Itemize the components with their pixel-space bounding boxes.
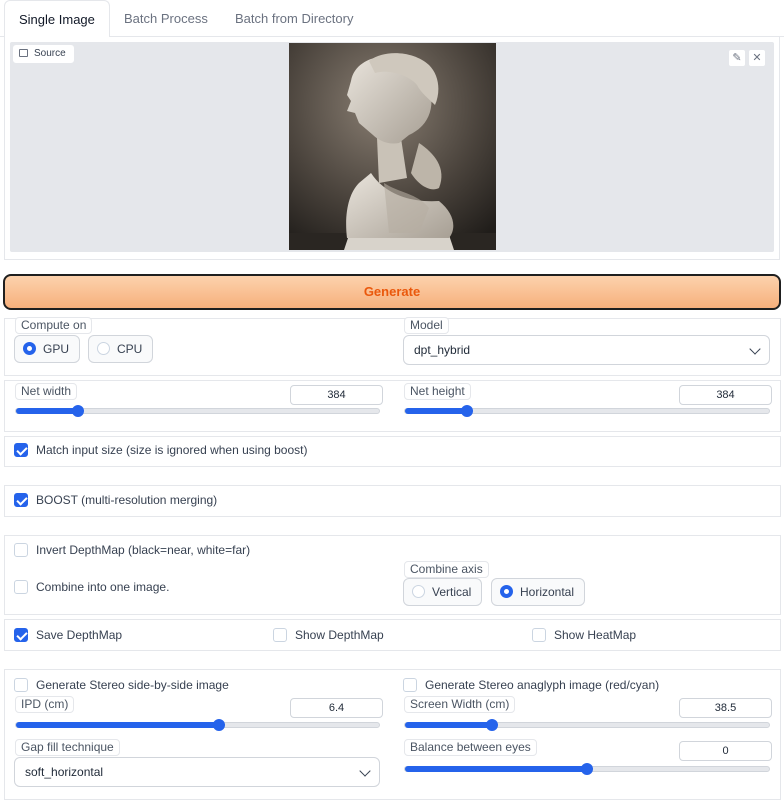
net-height-slider-thumb[interactable]	[460, 405, 473, 417]
balance-input[interactable]: 0	[679, 741, 772, 761]
balance-slider-thumb[interactable]	[581, 763, 593, 775]
compute-on-label: Compute on	[15, 317, 93, 334]
tab-batch-from-directory[interactable]: Batch from Directory	[221, 0, 367, 37]
source-label: Source	[12, 44, 75, 64]
chevron-down-icon	[749, 343, 761, 355]
stereo-sbs-checkbox-box	[14, 678, 28, 692]
ipd-input[interactable]: 6.4	[290, 698, 383, 718]
ipd-slider-fill	[16, 722, 220, 728]
save-depthmap-checkbox[interactable]: Save DepthMap	[14, 628, 122, 642]
screen-width-label: Screen Width (cm)	[404, 696, 516, 713]
generate-button[interactable]: Generate	[3, 274, 781, 310]
net-width-input[interactable]: 384	[290, 385, 383, 405]
model-select[interactable]: dpt_hybrid	[403, 335, 770, 365]
net-width-slider-thumb[interactable]	[71, 405, 84, 417]
ipd-slider[interactable]	[15, 719, 380, 731]
net-height-slider[interactable]	[404, 405, 770, 417]
show-depthmap-checkbox-box	[273, 628, 287, 642]
radio-gpu[interactable]: GPU	[14, 335, 81, 363]
show-depthmap-checkbox[interactable]: Show DepthMap	[273, 628, 384, 642]
radio-horizontal-indicator	[500, 585, 513, 598]
radio-cpu-indicator	[97, 342, 110, 355]
show-heatmap-checkbox-box	[532, 628, 546, 642]
screen-width-input[interactable]: 38.5	[679, 698, 772, 718]
gap-fill-label: Gap fill technique	[15, 739, 120, 756]
invert-depthmap-checkbox[interactable]: Invert DepthMap (black=near, white=far)	[14, 543, 250, 557]
balance-slider[interactable]	[404, 763, 770, 775]
save-depthmap-checkbox-box	[14, 628, 28, 642]
stereo-anaglyph-checkbox[interactable]: Generate Stereo anaglyph image (red/cyan…	[403, 678, 659, 692]
radio-cpu[interactable]: CPU	[88, 335, 154, 363]
net-width-slider[interactable]	[15, 405, 380, 417]
balance-label: Balance between eyes	[404, 739, 537, 756]
chevron-down-icon	[359, 765, 371, 777]
net-width-slider-fill	[16, 408, 78, 414]
source-image	[289, 43, 496, 250]
model-label: Model	[404, 317, 449, 334]
boost-checkbox-box	[14, 493, 28, 507]
match-input-checkbox-box	[14, 443, 28, 457]
net-height-slider-fill	[405, 408, 467, 414]
invert-depthmap-checkbox-box	[14, 543, 28, 557]
combine-image-checkbox[interactable]: Combine into one image.	[14, 580, 169, 594]
image-icon	[19, 49, 28, 57]
pencil-icon[interactable]: ✎	[728, 49, 746, 67]
net-height-label: Net height	[404, 383, 471, 400]
radio-gpu-indicator	[23, 342, 36, 355]
show-heatmap-checkbox[interactable]: Show HeatMap	[532, 628, 636, 642]
tab-bar: Single Image Batch Process Batch from Di…	[0, 0, 784, 38]
close-icon[interactable]: ✕	[748, 49, 766, 67]
radio-vertical-indicator	[412, 585, 425, 598]
screen-width-slider[interactable]	[404, 719, 770, 731]
combine-axis-label: Combine axis	[404, 561, 489, 578]
net-width-label: Net width	[15, 383, 78, 400]
stereo-sbs-checkbox[interactable]: Generate Stereo side-by-side image	[14, 678, 229, 692]
net-size-panel	[4, 380, 781, 432]
boost-checkbox[interactable]: BOOST (multi-resolution merging)	[14, 493, 217, 507]
match-input-checkbox[interactable]: Match input size (size is ignored when u…	[14, 443, 307, 457]
net-height-input[interactable]: 384	[679, 385, 772, 405]
radio-vertical[interactable]: Vertical	[403, 578, 483, 606]
gap-fill-select[interactable]: soft_horizontal	[14, 757, 380, 787]
tab-single-image[interactable]: Single Image	[4, 0, 110, 38]
stereo-anaglyph-checkbox-box	[403, 678, 417, 692]
tab-batch-process[interactable]: Batch Process	[110, 0, 222, 37]
radio-horizontal[interactable]: Horizontal	[491, 578, 586, 606]
ipd-label: IPD (cm)	[15, 696, 75, 713]
balance-slider-fill	[405, 766, 587, 772]
combine-image-checkbox-box	[14, 580, 28, 594]
screen-width-slider-fill	[405, 722, 493, 728]
